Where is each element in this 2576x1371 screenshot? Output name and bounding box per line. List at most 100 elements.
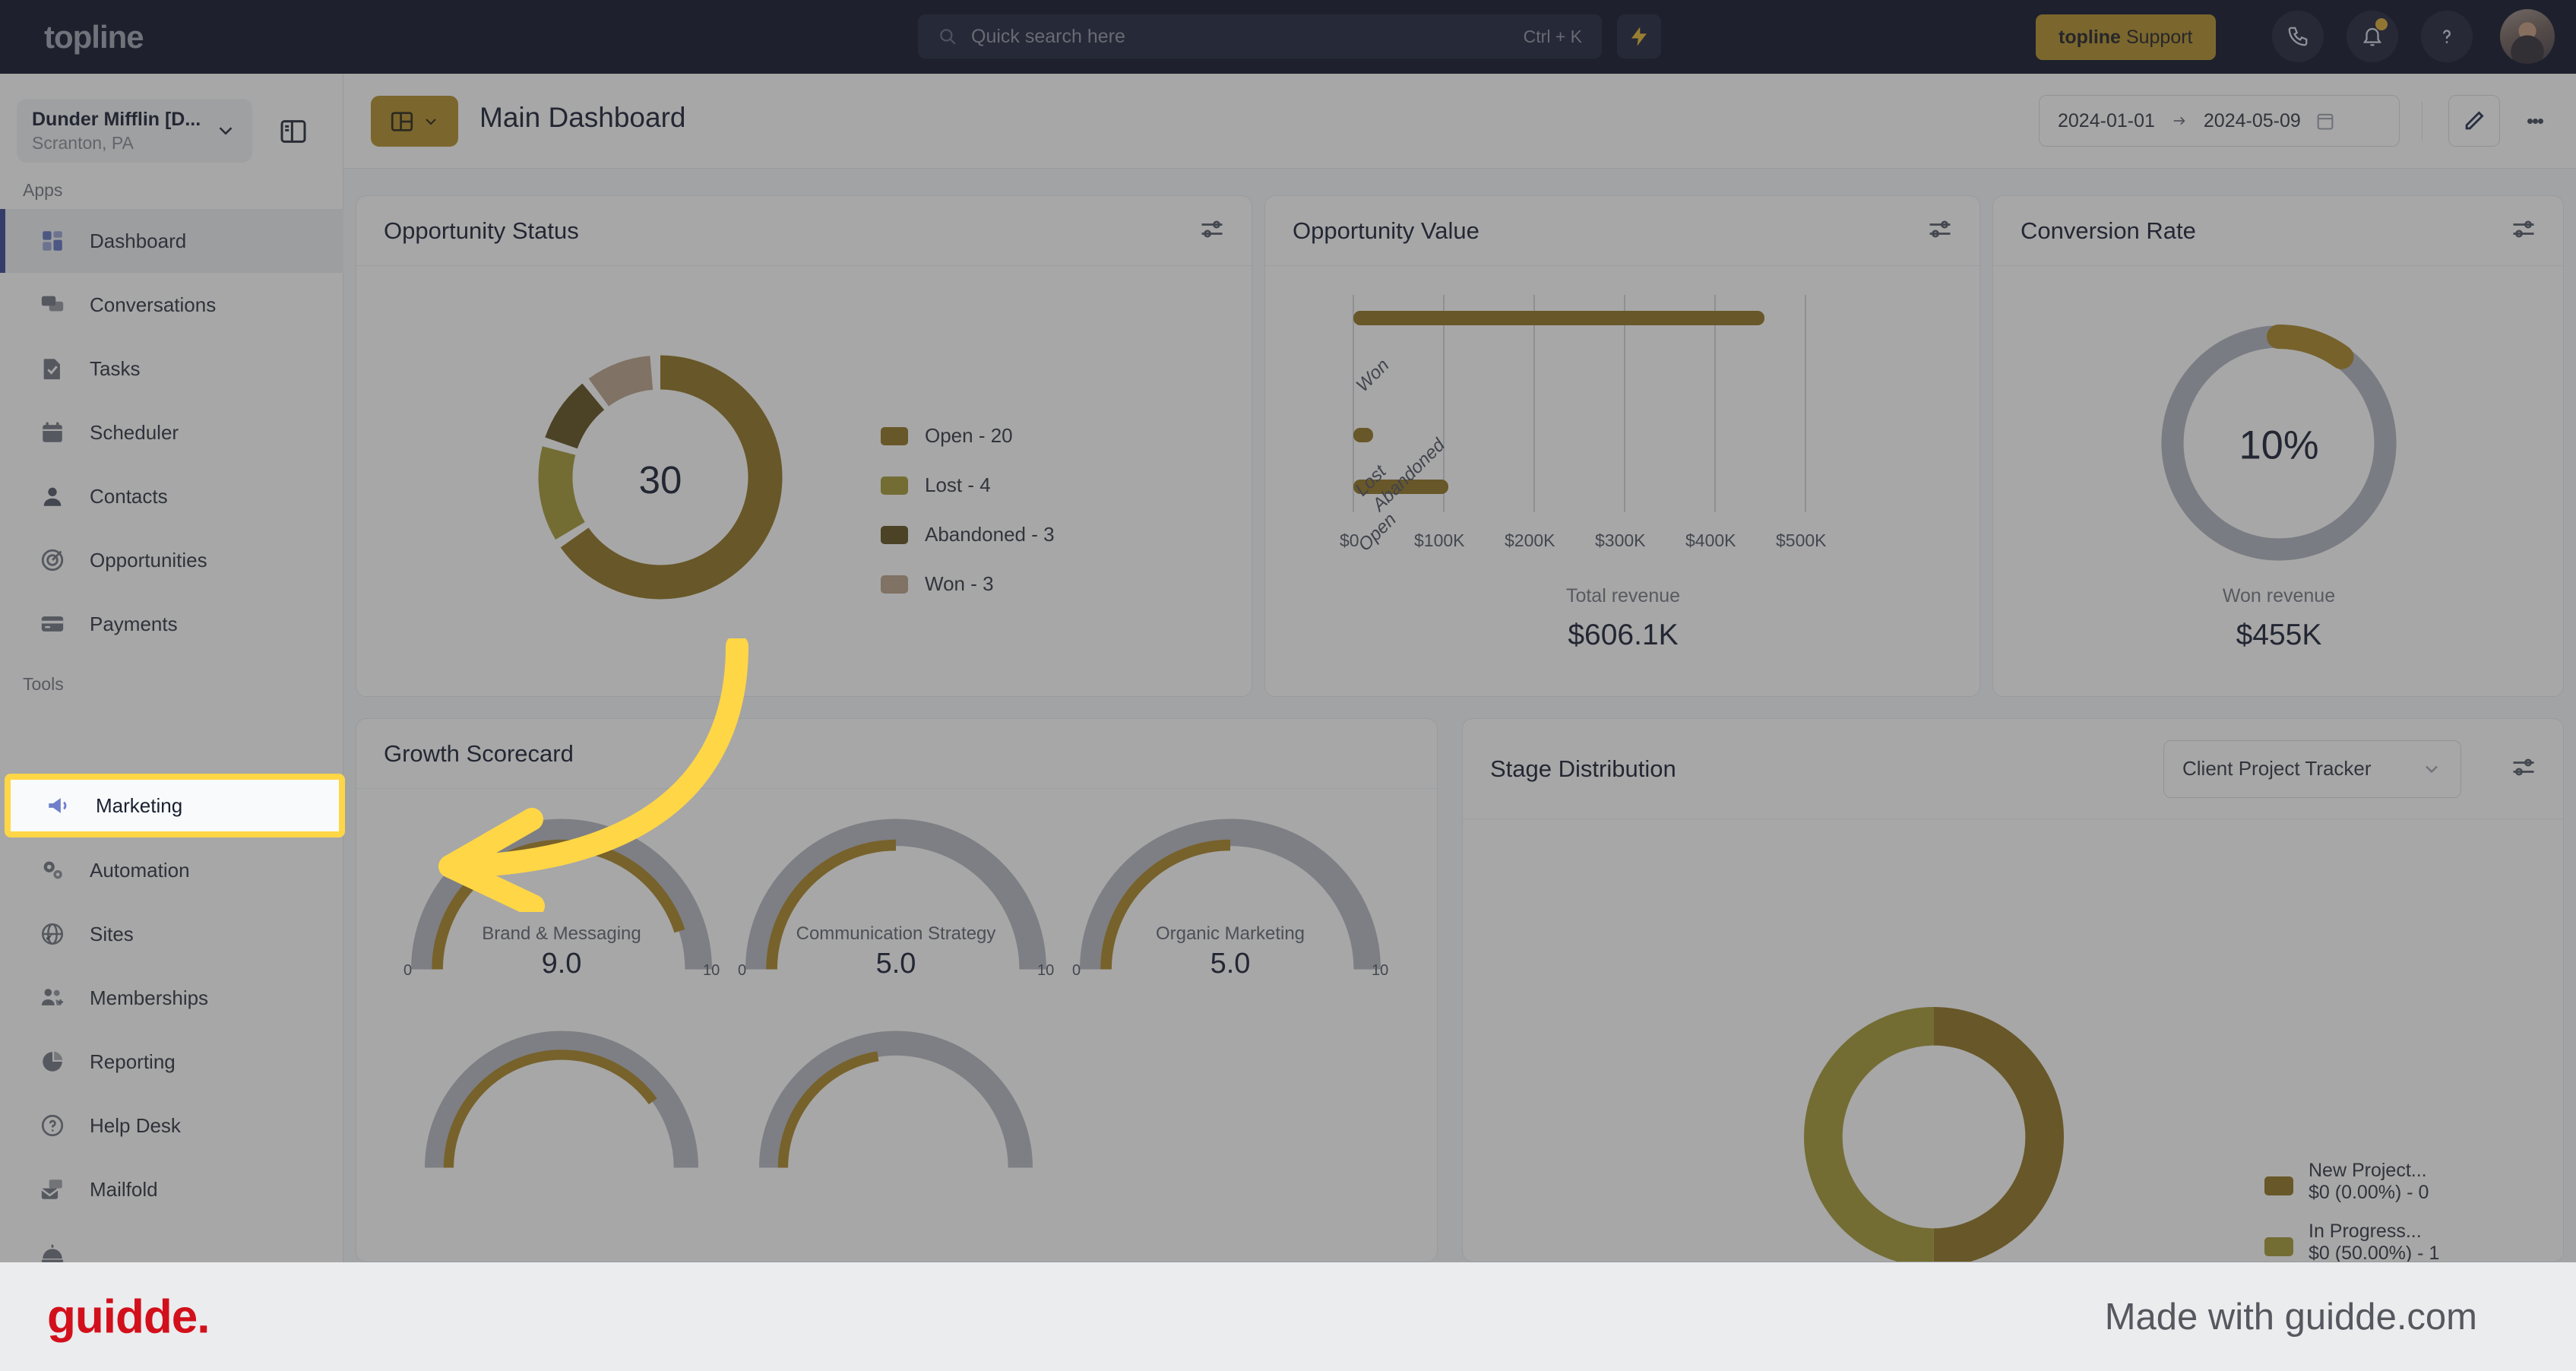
dashboard-icon bbox=[36, 225, 68, 257]
sidebar-item-label: Marketing bbox=[96, 793, 183, 817]
chevron-down-icon bbox=[2426, 765, 2438, 773]
card-title: Opportunity Value bbox=[1293, 217, 1479, 244]
legend-swatch bbox=[881, 476, 908, 495]
conversion-center-value: 10% bbox=[2239, 423, 2318, 467]
chevron-down-icon bbox=[426, 118, 436, 125]
tasks-icon bbox=[36, 353, 68, 385]
stage-distribution-donut bbox=[1804, 1007, 2064, 1262]
globe-icon bbox=[36, 918, 68, 950]
chart-settings-button[interactable] bbox=[1198, 215, 1226, 246]
highlighted-sidebar-item-marketing[interactable]: Marketing bbox=[5, 774, 345, 837]
conversion-rate-donut: 10% bbox=[2160, 324, 2398, 562]
more-vertical-icon bbox=[2527, 118, 2533, 124]
page-header: Main Dashboard 2024-01-01 2024-05-09 bbox=[343, 74, 2576, 169]
sidebar-item-mailfold[interactable]: Mailfold bbox=[0, 1157, 343, 1221]
made-with-guidde-text: Made with guidde.com bbox=[2104, 1296, 2477, 1338]
legend-item[interactable]: Lost - 4 bbox=[881, 473, 1055, 497]
x-tick-200k: $200K bbox=[1505, 530, 1555, 550]
sidebar-item-memberships[interactable]: Memberships bbox=[0, 966, 343, 1030]
members-icon bbox=[36, 982, 68, 1014]
chart-settings-icon bbox=[2513, 220, 2534, 237]
gauge-min: 0 bbox=[1072, 962, 1081, 979]
x-tick-300k: $300K bbox=[1595, 530, 1646, 550]
panel-toggle-icon bbox=[280, 120, 306, 143]
chevron-down-icon bbox=[219, 127, 233, 135]
call-button[interactable] bbox=[2272, 11, 2324, 62]
calendar-icon bbox=[36, 416, 68, 448]
legend-meta: $0 (0.00%) - 0 bbox=[2309, 1182, 2429, 1203]
dashboard-menu-button[interactable] bbox=[2514, 95, 2556, 147]
date-range-picker[interactable]: 2024-01-01 2024-05-09 bbox=[2039, 95, 2400, 147]
guide-arrow-annotation bbox=[438, 638, 748, 912]
legend-swatch bbox=[881, 426, 908, 445]
legend-item[interactable]: Won - 3 bbox=[881, 572, 1055, 596]
dashboard-selector-button[interactable] bbox=[371, 96, 458, 147]
chart-settings-icon bbox=[1929, 220, 1951, 237]
contacts-icon bbox=[36, 480, 68, 512]
sidebar-item-sites[interactable]: Sites bbox=[0, 902, 343, 966]
quick-actions-button[interactable] bbox=[1617, 14, 1661, 59]
org-switcher[interactable]: Dunder Mifflin [D... Scranton, PA bbox=[17, 99, 252, 163]
total-revenue-value: $606.1K bbox=[1568, 619, 1679, 651]
x-tick-0: $0 bbox=[1340, 530, 1359, 550]
org-location: Scranton, PA bbox=[32, 132, 134, 153]
panel-toggle-button[interactable] bbox=[275, 113, 312, 150]
support-button[interactable]: topline Support bbox=[2036, 14, 2216, 60]
chart-settings-button[interactable] bbox=[2510, 215, 2537, 246]
sidebar-item-conversations[interactable]: Conversations bbox=[0, 273, 343, 337]
support-brand: topline bbox=[2059, 26, 2121, 48]
sidebar-item-label: Opportunities bbox=[90, 548, 207, 572]
sidebar-item-automation[interactable]: Automation bbox=[0, 838, 343, 902]
opportunity-value-card: Opportunity Value Won Abandoned Lost Ope… bbox=[1264, 195, 1980, 697]
sidebar-item-help-desk[interactable]: Help Desk bbox=[0, 1094, 343, 1157]
sidebar-item-label: Reporting bbox=[90, 1050, 176, 1073]
calendar-icon bbox=[2317, 113, 2334, 130]
legend-item[interactable]: New Project... $0 (0.00%) - 0 bbox=[2264, 1160, 2439, 1204]
sidebar-item-dashboard[interactable]: Dashboard bbox=[0, 209, 343, 273]
mail-icon bbox=[36, 1173, 68, 1205]
edit-dashboard-button[interactable] bbox=[2448, 95, 2500, 147]
legend-swatch bbox=[881, 575, 908, 594]
question-mark-icon bbox=[2443, 30, 2451, 43]
opportunity-status-legend: Open - 20 Lost - 4 Abandoned - 3 Won - 3 bbox=[881, 424, 1055, 596]
help-button[interactable] bbox=[2421, 11, 2473, 62]
phone-icon bbox=[2288, 27, 2308, 46]
sidebar-item-contacts[interactable]: Contacts bbox=[0, 464, 343, 528]
x-tick-100k: $100K bbox=[1414, 530, 1465, 550]
sidebar-item-reporting[interactable]: Reporting bbox=[0, 1030, 343, 1094]
total-revenue-label: Total revenue bbox=[1565, 585, 1681, 606]
header-divider bbox=[2422, 101, 2423, 141]
stage-distribution-card: Stage Distribution Client Project Tracke… bbox=[1462, 718, 2564, 1262]
sidebar-item-label: Automation bbox=[90, 858, 190, 882]
gears-icon bbox=[36, 854, 68, 886]
conversion-rate-card: Conversion Rate 10% Won revenue $455K bbox=[1992, 195, 2564, 697]
chart-settings-button[interactable] bbox=[1926, 215, 1954, 246]
sidebar-item-payments[interactable]: Payments bbox=[0, 592, 343, 656]
sidebar-item-tasks[interactable]: Tasks bbox=[0, 337, 343, 401]
search-input[interactable]: Quick search here Ctrl + K bbox=[918, 14, 1602, 59]
card-title: Opportunity Status bbox=[384, 217, 579, 244]
pie-chart-icon bbox=[36, 1046, 68, 1078]
guidde-footer: guidde. Made with guidde.com bbox=[0, 1262, 2576, 1371]
avatar[interactable] bbox=[2500, 9, 2555, 64]
sidebar-item-opportunities[interactable]: Opportunities bbox=[0, 528, 343, 592]
gauge-arc-row2-2 bbox=[759, 1031, 1033, 1168]
app-logo[interactable]: topline bbox=[44, 19, 144, 55]
legend-item[interactable]: Open - 20 bbox=[881, 424, 1055, 448]
legend-item[interactable]: In Progress... $0 (50.00%) - 1 bbox=[2264, 1221, 2439, 1262]
pipeline-select[interactable]: Client Project Tracker bbox=[2163, 739, 2461, 798]
search-placeholder: Quick search here bbox=[971, 25, 1125, 47]
sidebar-item-label: Conversations bbox=[90, 293, 217, 316]
page-title: Main Dashboard bbox=[479, 102, 686, 133]
opportunity-status-donut: 30 bbox=[538, 355, 783, 600]
legend-label: Abandoned - 3 bbox=[925, 523, 1055, 546]
sidebar-item-label: Payments bbox=[90, 612, 178, 635]
legend-item[interactable]: Abandoned - 3 bbox=[881, 523, 1055, 546]
sidebar-item-label: Memberships bbox=[90, 986, 209, 1009]
card-header: Stage Distribution Client Project Tracke… bbox=[1463, 719, 2563, 819]
date-to: 2024-05-09 bbox=[2203, 109, 2301, 131]
notification-badge bbox=[2375, 18, 2388, 30]
chart-settings-button[interactable] bbox=[2510, 753, 2537, 784]
sidebar-item-scheduler[interactable]: Scheduler bbox=[0, 401, 343, 464]
notifications-button[interactable] bbox=[2347, 11, 2398, 62]
